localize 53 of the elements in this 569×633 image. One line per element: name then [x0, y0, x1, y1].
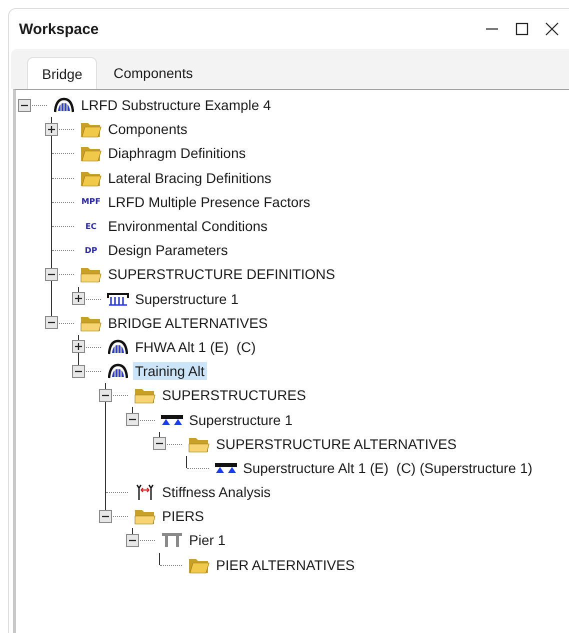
arch-bridge-icon: [108, 338, 128, 355]
tree-item[interactable]: PIER ALTERNATIVES: [214, 556, 357, 574]
girder-icon: [107, 292, 129, 306]
open-folder-icon: [134, 386, 156, 404]
expander-icon[interactable]: [45, 122, 58, 136]
icon-label: EC: [85, 222, 97, 231]
tree-item[interactable]: Superstructure Alt 1 (E) (C) (Superstructure 1): [241, 458, 534, 477]
icon-label: MPF: [81, 197, 101, 206]
tree-item[interactable]: FHWA Alt 1 (E) (C): [133, 338, 258, 356]
tree-item[interactable]: BRIDGE ALTERNATIVES: [106, 314, 270, 332]
tree-item[interactable]: Lateral Bracing Definitions: [106, 168, 274, 187]
tree-item[interactable]: Diaphragm Definitions: [106, 144, 248, 162]
window-title: Workspace: [19, 20, 99, 38]
close-icon[interactable]: [545, 22, 559, 36]
expander-icon[interactable]: [72, 364, 85, 378]
maximize-icon[interactable]: [515, 22, 529, 36]
tree-item[interactable]: Components: [106, 120, 190, 138]
open-folder-icon: [134, 507, 156, 526]
tree-item[interactable]: LRFD Substructure Example 4: [79, 96, 273, 114]
arch-bridge-icon: [54, 97, 74, 114]
tree-item[interactable]: Superstructure 1: [133, 290, 240, 308]
tab[interactable]: Components: [99, 57, 207, 89]
expander-icon[interactable]: [126, 413, 139, 426]
folder-icon: [80, 144, 102, 162]
expander-icon[interactable]: [45, 268, 58, 281]
tree-item[interactable]: Environmental Conditions: [106, 217, 270, 236]
tree-item[interactable]: PIERS: [160, 507, 206, 526]
folder-icon: [80, 120, 102, 138]
tree-item[interactable]: Superstructure 1: [187, 410, 294, 429]
tree-item[interactable]: Stiffness Analysis: [160, 483, 273, 502]
icon-label: DP: [84, 246, 98, 255]
tree-item[interactable]: LRFD Multiple Presence Factors: [106, 192, 312, 211]
expander-icon[interactable]: [18, 98, 31, 112]
tree-item[interactable]: Training Alt: [133, 362, 207, 380]
tree-item[interactable]: SUPERSTRUCTURE DEFINITIONS: [106, 265, 338, 284]
expander-icon[interactable]: [45, 316, 58, 330]
expander-icon[interactable]: [99, 388, 112, 402]
tree-item[interactable]: SUPERSTRUCTURES: [160, 386, 308, 404]
expander-icon[interactable]: [72, 340, 85, 354]
beam-icon: [161, 414, 183, 426]
beam-icon: [215, 462, 237, 474]
expander-icon[interactable]: [153, 437, 166, 450]
stiffness-icon: [135, 484, 155, 500]
open-folder-icon: [80, 265, 102, 284]
pier-icon: [161, 532, 183, 548]
expander-icon[interactable]: [99, 510, 112, 523]
tree-item[interactable]: Pier 1: [187, 531, 228, 550]
expander-icon[interactable]: [72, 292, 85, 306]
tree-item[interactable]: SUPERSTRUCTURE ALTERNATIVES: [214, 434, 459, 453]
arch-bridge-icon: [108, 363, 128, 380]
tab[interactable]: Bridge: [27, 57, 98, 89]
tree-item[interactable]: Design Parameters: [106, 241, 230, 260]
expander-icon[interactable]: [126, 534, 139, 547]
